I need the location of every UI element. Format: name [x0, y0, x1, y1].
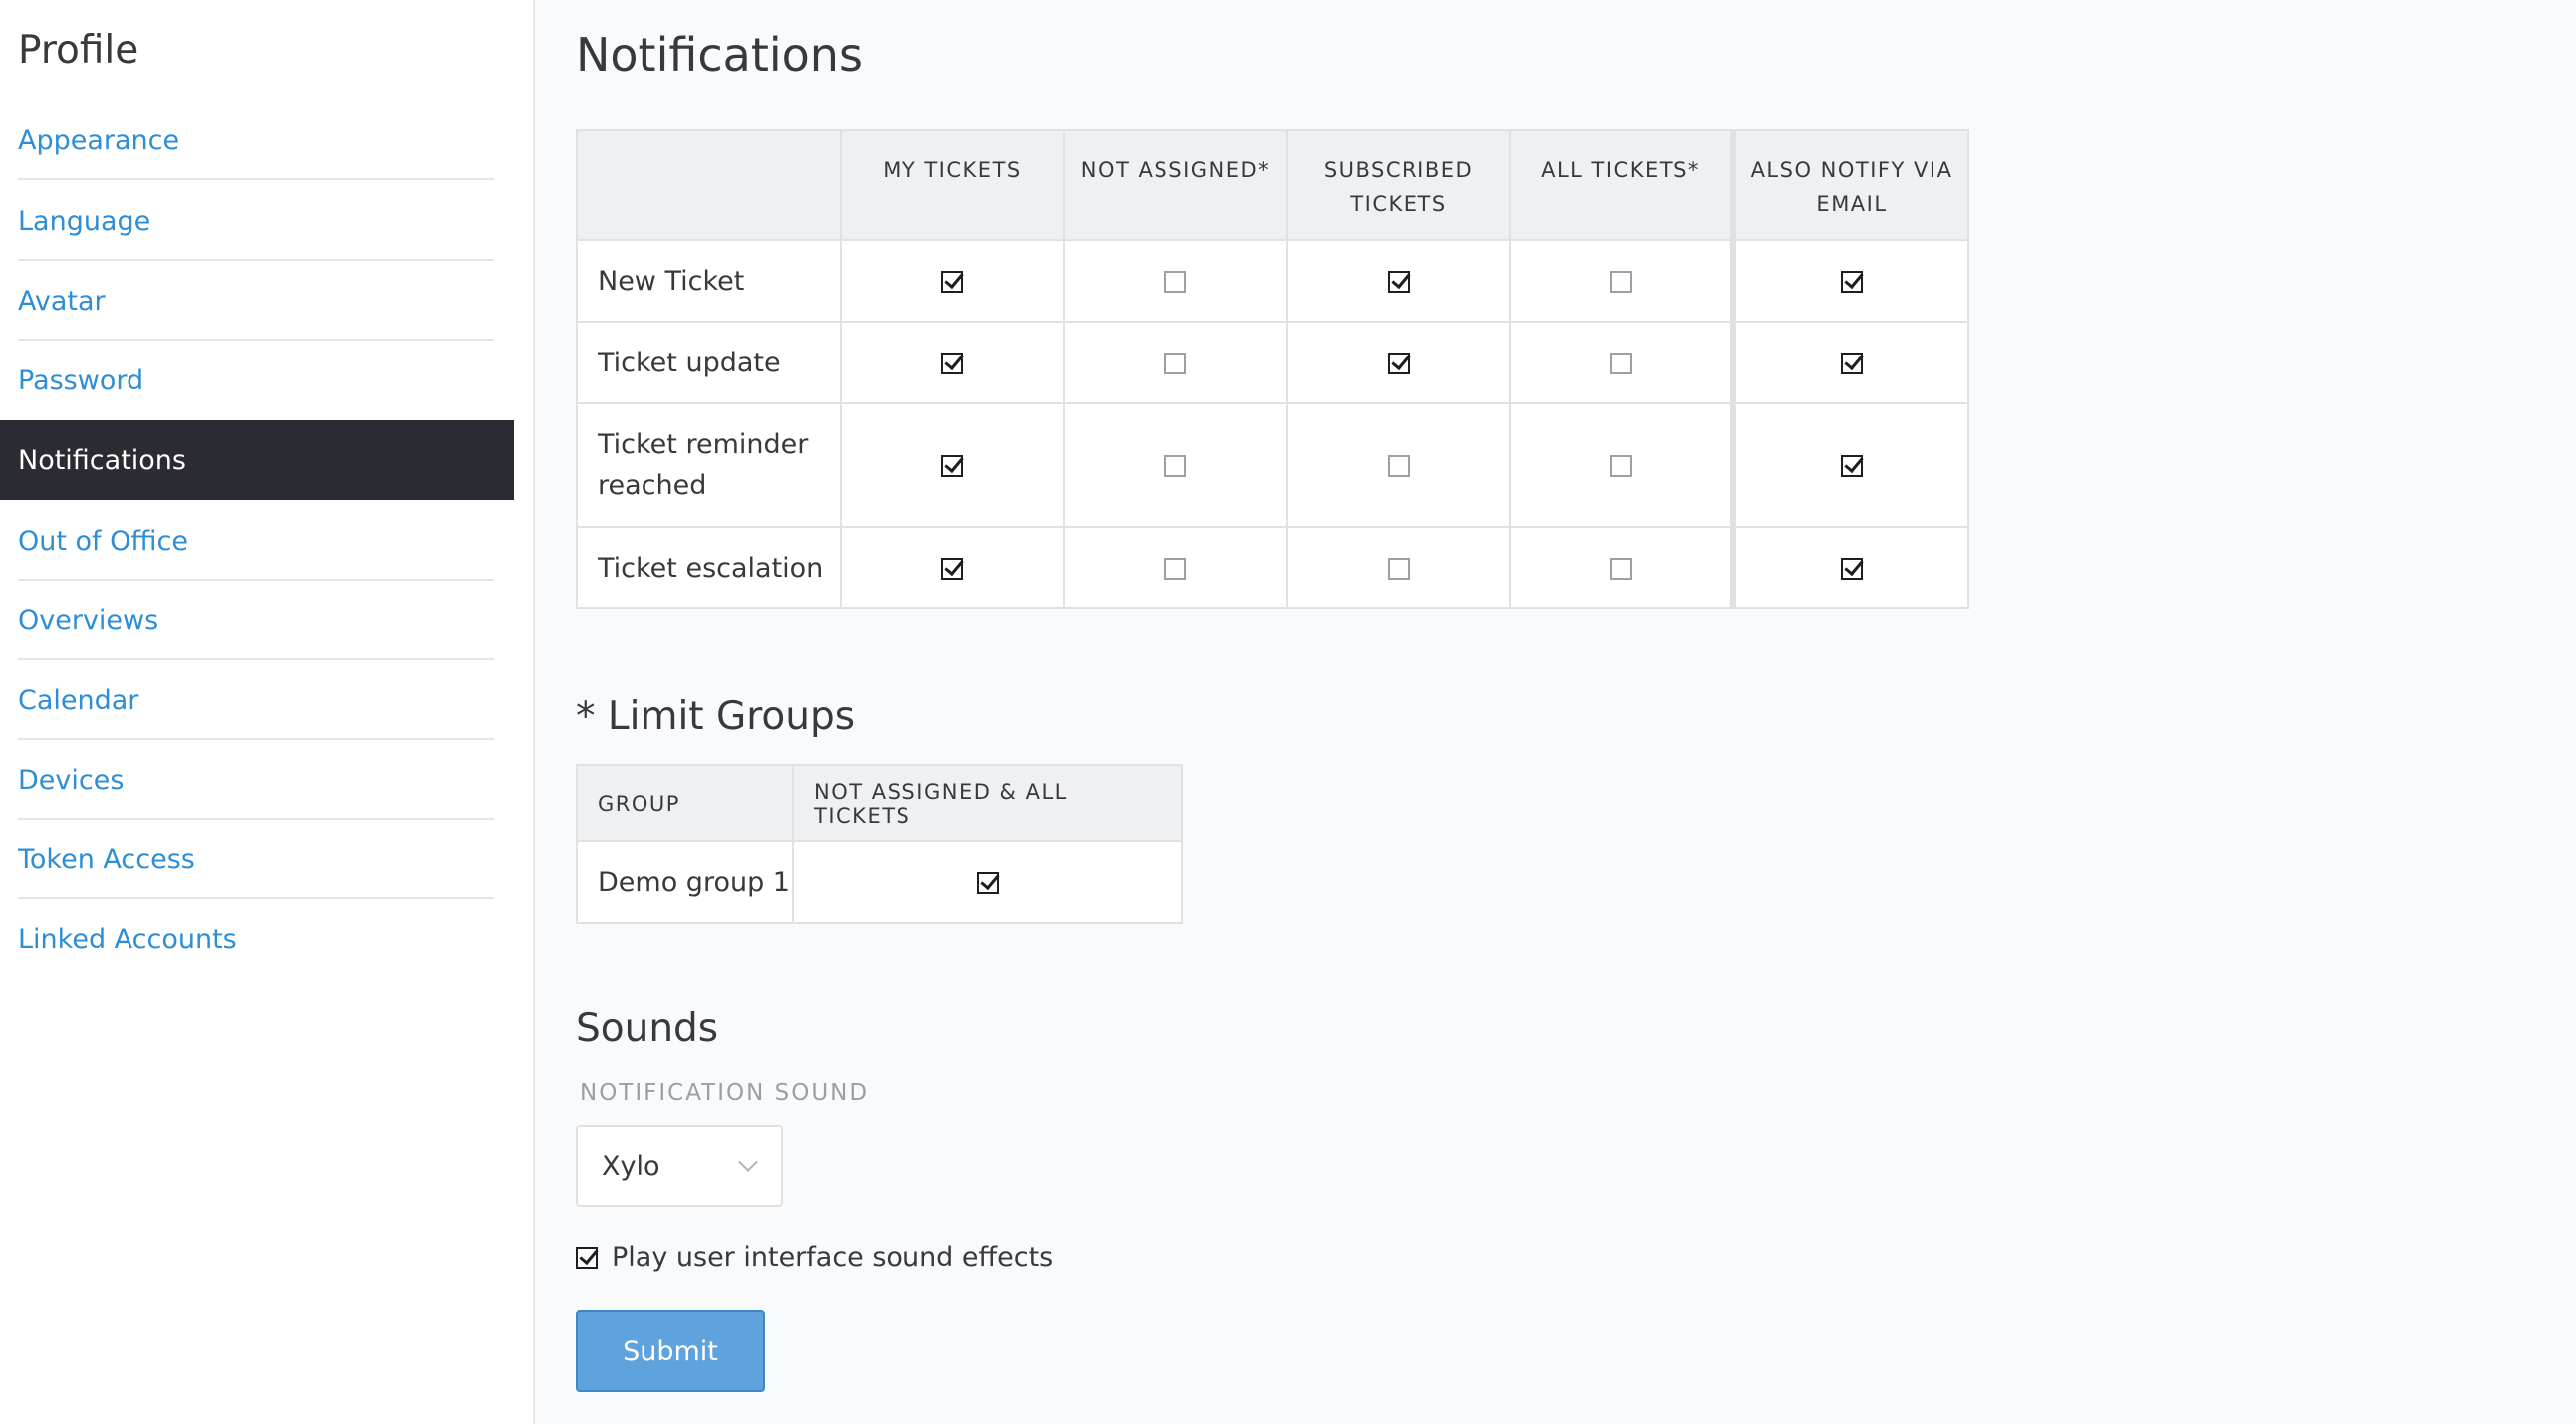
table-row: Demo group 1: [576, 840, 1183, 924]
page-title: Notifications: [576, 28, 863, 82]
sidebar-item-label: Token Access: [18, 843, 195, 875]
notification-checkbox[interactable]: [941, 455, 963, 477]
sidebar-item-label: Devices: [18, 764, 125, 796]
group-name: Demo group 1: [576, 840, 794, 924]
checkbox-cell: [1730, 526, 1969, 609]
notification-checkbox[interactable]: [1164, 353, 1186, 374]
notification-checkbox[interactable]: [1388, 271, 1410, 293]
table-row: Ticket update: [576, 321, 1969, 404]
sidebar-item-password[interactable]: Password: [0, 341, 514, 420]
checkbox-cell: [840, 239, 1065, 323]
sidebar-item-label: Password: [18, 364, 144, 396]
sidebar-title: Profile: [18, 28, 139, 73]
sidebar-item-calendar[interactable]: Calendar: [0, 660, 514, 740]
sidebar-item-language[interactable]: Language: [0, 181, 514, 261]
checkbox-cell: [1063, 526, 1288, 609]
notification-checkbox[interactable]: [1164, 558, 1186, 580]
notification-checkbox[interactable]: [941, 558, 963, 580]
limit-groups-title: * Limit Groups: [576, 694, 856, 739]
checkbox-cell: [1063, 321, 1288, 404]
sidebar-item-label: Notifications: [18, 444, 186, 476]
notification-sound-value: Xylo: [602, 1150, 660, 1182]
groups-header: GROUP: [576, 764, 794, 842]
checkbox-cell: [1509, 526, 1734, 609]
matrix-header: NOT ASSIGNED*: [1063, 129, 1288, 241]
sound-effects-label: Play user interface sound effects: [612, 1242, 1054, 1273]
sidebar-item-label: Language: [18, 205, 151, 237]
sound-effects-checkbox[interactable]: [576, 1246, 598, 1269]
sidebar: Profile Appearance Language Avatar Passw…: [0, 0, 535, 1424]
row-label: Ticket update: [576, 321, 842, 404]
sidebar-item-notifications[interactable]: Notifications: [0, 420, 514, 500]
checkbox-cell: [1063, 402, 1288, 528]
sound-effects-option[interactable]: Play user interface sound effects: [576, 1242, 1053, 1273]
sidebar-item-label: Avatar: [18, 285, 106, 317]
row-label: Ticket reminder reached: [576, 402, 842, 528]
notification-matrix: MY TICKETS NOT ASSIGNED* SUBSCRIBED TICK…: [576, 129, 1969, 609]
notification-checkbox[interactable]: [1164, 271, 1186, 293]
checkbox-cell: [1286, 321, 1511, 404]
table-row: Ticket escalation: [576, 526, 1969, 609]
checkbox-cell: [1286, 239, 1511, 323]
matrix-header-empty: [576, 129, 842, 241]
notification-checkbox[interactable]: [1610, 455, 1632, 477]
sidebar-item-label: Appearance: [18, 124, 180, 156]
sidebar-item-label: Calendar: [18, 684, 139, 716]
sidebar-item-out-of-office[interactable]: Out of Office: [0, 501, 514, 581]
groups-header: NOT ASSIGNED & ALL TICKETS: [792, 764, 1183, 842]
matrix-header: ALL TICKETS*: [1509, 129, 1734, 241]
checkbox-cell: [1286, 526, 1511, 609]
row-label: New Ticket: [576, 239, 842, 323]
sidebar-item-token-access[interactable]: Token Access: [0, 820, 514, 899]
matrix-header: MY TICKETS: [840, 129, 1065, 241]
notification-checkbox[interactable]: [1388, 353, 1410, 374]
notification-checkbox[interactable]: [941, 271, 963, 293]
notification-checkbox[interactable]: [1841, 558, 1863, 580]
notification-checkbox[interactable]: [1841, 353, 1863, 374]
submit-button[interactable]: Submit: [576, 1310, 765, 1392]
main-content: Notifications MY TICKETS NOT ASSIGNED* S…: [576, 0, 2576, 1424]
notification-checkbox[interactable]: [941, 353, 963, 374]
checkbox-cell: [1509, 402, 1734, 528]
sidebar-item-appearance[interactable]: Appearance: [0, 101, 514, 180]
matrix-header: ALSO NOTIFY VIA EMAIL: [1730, 129, 1969, 241]
sidebar-item-label: Overviews: [18, 604, 159, 636]
limit-groups-table: GROUP NOT ASSIGNED & ALL TICKETS Demo gr…: [576, 764, 1183, 924]
checkbox-cell: [1730, 321, 1969, 404]
checkbox-cell: [1730, 402, 1969, 528]
sidebar-item-label: Linked Accounts: [18, 923, 237, 955]
checkbox-cell: [1730, 239, 1969, 323]
sidebar-item-overviews[interactable]: Overviews: [0, 581, 514, 660]
divider: [18, 178, 494, 180]
row-label: Ticket escalation: [576, 526, 842, 609]
notification-checkbox[interactable]: [1388, 558, 1410, 580]
notification-checkbox[interactable]: [1841, 271, 1863, 293]
sidebar-item-linked-accounts[interactable]: Linked Accounts: [0, 899, 514, 979]
group-checkbox[interactable]: [976, 872, 999, 894]
sidebar-item-avatar[interactable]: Avatar: [0, 261, 514, 341]
notification-checkbox[interactable]: [1610, 558, 1632, 580]
notification-sound-label: NOTIFICATION SOUND: [580, 1080, 870, 1106]
checkbox-cell: [840, 321, 1065, 404]
sounds-title: Sounds: [576, 1006, 719, 1051]
notification-checkbox[interactable]: [1164, 455, 1186, 477]
chevron-down-icon: [738, 1152, 758, 1172]
checkbox-cell: [1509, 321, 1734, 404]
notification-checkbox[interactable]: [1610, 353, 1632, 374]
sidebar-item-label: Out of Office: [18, 525, 188, 557]
group-checkbox-cell: [792, 840, 1183, 924]
checkbox-cell: [1286, 402, 1511, 528]
notification-checkbox[interactable]: [1610, 271, 1632, 293]
table-row: New Ticket: [576, 239, 1969, 323]
notification-sound-select[interactable]: Xylo: [576, 1125, 783, 1207]
matrix-header: SUBSCRIBED TICKETS: [1286, 129, 1511, 241]
table-row: Ticket reminder reached: [576, 402, 1969, 528]
notification-checkbox[interactable]: [1841, 455, 1863, 477]
checkbox-cell: [840, 402, 1065, 528]
checkbox-cell: [1509, 239, 1734, 323]
checkbox-cell: [1063, 239, 1288, 323]
sidebar-item-devices[interactable]: Devices: [0, 740, 514, 820]
checkbox-cell: [840, 526, 1065, 609]
notification-checkbox[interactable]: [1388, 455, 1410, 477]
